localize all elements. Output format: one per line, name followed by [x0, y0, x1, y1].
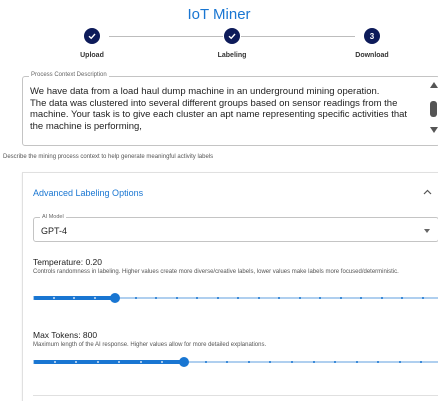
- step-labeling-check-icon[interactable]: [224, 28, 240, 44]
- app-title: IoT Miner: [187, 6, 251, 23]
- process-context-legend: Process Context Description: [29, 72, 109, 78]
- slider-tick: [312, 361, 315, 363]
- step-upload-label: Upload: [80, 52, 104, 59]
- process-context-textarea[interactable]: We have data from a load haul dump machi…: [30, 86, 420, 132]
- ai-model-select[interactable]: AI Model GPT-4: [33, 214, 438, 242]
- max-tokens-label: Max Tokens: 800: [33, 330, 98, 340]
- temperature-label: Temperature: 0.20: [33, 257, 102, 267]
- dropdown-arrow-icon[interactable]: [424, 229, 430, 233]
- step-connector: [109, 36, 223, 37]
- stepper: Upload Labeling 3 Download: [0, 27, 438, 67]
- slider-tick: [298, 297, 301, 299]
- slider-tick: [53, 361, 56, 363]
- advanced-options-title[interactable]: Advanced Labeling Options: [33, 188, 143, 198]
- chevron-up-icon[interactable]: [423, 189, 432, 195]
- step-connector: [241, 36, 355, 37]
- slider-tick: [73, 297, 75, 299]
- slider-tick: [52, 297, 55, 299]
- slider-tick: [139, 361, 142, 363]
- slider-tick: [360, 297, 362, 299]
- step-upload-check-icon[interactable]: [84, 28, 100, 44]
- slider-tick: [257, 297, 260, 299]
- slider-tick: [278, 297, 280, 299]
- temperature-description: Controls randomness in labeling. Higher …: [33, 269, 399, 275]
- divider: [33, 395, 438, 396]
- slider-tick: [134, 297, 137, 299]
- slider-tick: [421, 297, 424, 299]
- slider-tick: [96, 361, 99, 363]
- scroll-thumb[interactable]: [430, 101, 437, 117]
- scroll-up-arrow-icon[interactable]: [430, 82, 438, 88]
- temperature-slider[interactable]: [32, 292, 438, 304]
- scroll-down-arrow-icon[interactable]: [430, 127, 438, 133]
- slider-thumb[interactable]: [110, 293, 120, 303]
- slider-thumb[interactable]: [179, 357, 190, 367]
- slider-tick: [401, 297, 403, 299]
- slider-tick: [380, 297, 383, 299]
- slider-tick: [155, 297, 157, 299]
- process-context-field[interactable]: Process Context Description We have data…: [22, 72, 438, 146]
- slider-tick: [32, 361, 34, 363]
- slider-tick: [247, 361, 250, 363]
- slider-tick: [237, 297, 239, 299]
- step-labeling-label: Labeling: [217, 52, 247, 59]
- slider-tick: [93, 297, 96, 299]
- ai-model-legend: AI Model: [40, 214, 66, 220]
- advanced-options-panel: Advanced Labeling Options AI Model GPT-4…: [22, 172, 438, 401]
- slider-tick: [196, 297, 198, 299]
- slider-tick: [175, 297, 178, 299]
- slider-tick: [216, 297, 219, 299]
- slider-tick: [398, 361, 401, 363]
- slider-tick: [339, 297, 342, 299]
- textarea-scrollbar[interactable]: [427, 82, 438, 142]
- process-context-helper: Describe the mining process context to h…: [3, 154, 214, 160]
- slider-tick: [32, 297, 34, 299]
- max-tokens-description: Maximum length of the AI response. Highe…: [33, 342, 267, 348]
- ai-model-value: GPT-4: [41, 226, 68, 236]
- step-download-label: Download: [355, 52, 389, 59]
- slider-tick: [355, 361, 358, 363]
- slider-tick: [319, 297, 321, 299]
- max-tokens-slider[interactable]: [32, 356, 438, 368]
- step-download-number[interactable]: 3: [364, 28, 380, 44]
- slider-tick: [290, 361, 293, 363]
- slider-tick: [204, 361, 207, 363]
